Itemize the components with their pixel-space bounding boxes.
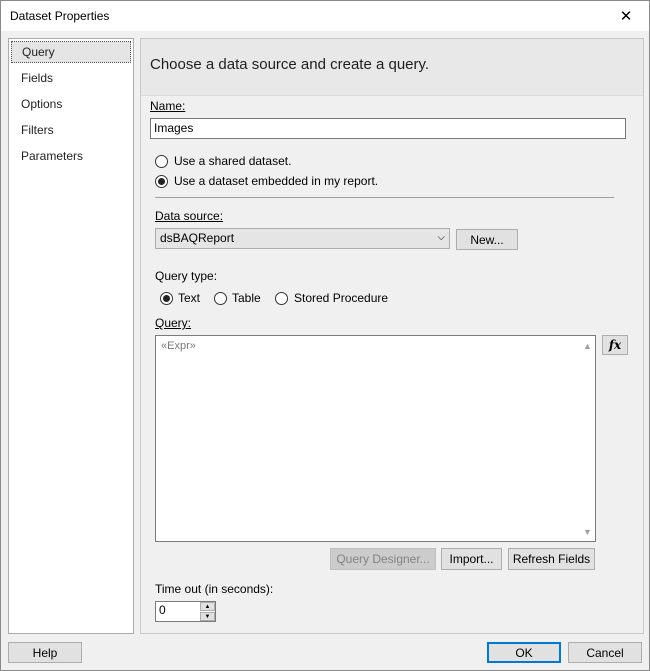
name-label: Name: [150,99,186,113]
nav-item-query[interactable]: Query [11,41,131,63]
scroll-up-icon[interactable]: ▲ [580,338,595,353]
close-icon: ✕ [619,8,633,25]
nav-item-fields[interactable]: Fields [11,67,131,89]
dialog-title: Dataset Properties [10,9,110,23]
close-button[interactable]: ✕ [603,1,649,31]
query-type-label: Query type: [155,269,218,283]
chevron-down-icon: ⌵ [437,232,445,243]
query-expression: «Expr» [161,340,196,352]
query-type-text-label: Text [178,291,201,305]
nav-item-parameters[interactable]: Parameters [11,145,131,167]
shared-dataset-radio[interactable] [155,155,168,168]
shared-dataset-label: Use a shared dataset. [174,154,292,168]
refresh-fields-button[interactable]: Refresh Fields [508,548,595,570]
nav-item-options[interactable]: Options [11,93,131,115]
datasource-label: Data source: [155,209,224,223]
import-button[interactable]: Import... [441,548,502,570]
title-bar: Dataset Properties ✕ [1,1,649,31]
page-header: Choose a data source and create a query. [141,39,643,96]
spin-down-icon[interactable]: ▼ [200,612,215,621]
datasource-select[interactable]: dsBAQReport ⌵ [155,228,450,249]
ok-button[interactable]: OK [487,642,561,663]
nav-item-filters[interactable]: Filters [11,119,131,141]
dialog-window: Dataset Properties ✕ Query Fields Option… [0,0,650,671]
page-heading: Choose a data source and create a query. [150,56,430,73]
embedded-dataset-label: Use a dataset embedded in my report. [174,174,379,188]
query-scrollbar[interactable]: ▲ ▼ [580,336,595,541]
scroll-down-icon[interactable]: ▼ [580,524,595,539]
expression-button[interactable]: fx [602,335,628,355]
new-datasource-button[interactable]: New... [456,229,518,250]
query-type-table-radio[interactable] [214,292,227,305]
query-textarea[interactable]: «Expr» ▲ ▼ [155,335,596,542]
timeout-label: Time out (in seconds): [155,582,274,596]
help-button[interactable]: Help [8,642,82,663]
query-label: Query: [155,316,192,330]
query-type-table-label: Table [232,291,261,305]
query-type-stored-procedure-radio[interactable] [275,292,288,305]
page-nav: Query Fields Options Filters Parameters [8,38,134,634]
embedded-dataset-radio[interactable] [155,175,168,188]
name-input[interactable]: Images [150,118,626,139]
cancel-button[interactable]: Cancel [568,642,642,663]
timeout-spinner[interactable]: 0 ▲ ▼ [155,601,216,622]
fx-icon: fx [608,338,622,352]
query-type-text-radio[interactable] [160,292,173,305]
query-page: Choose a data source and create a query.… [140,38,644,634]
spin-up-icon[interactable]: ▲ [200,602,215,611]
section-divider [155,197,614,198]
query-designer-button[interactable]: Query Designer... [330,548,436,570]
query-type-stored-procedure-label: Stored Procedure [294,291,389,305]
